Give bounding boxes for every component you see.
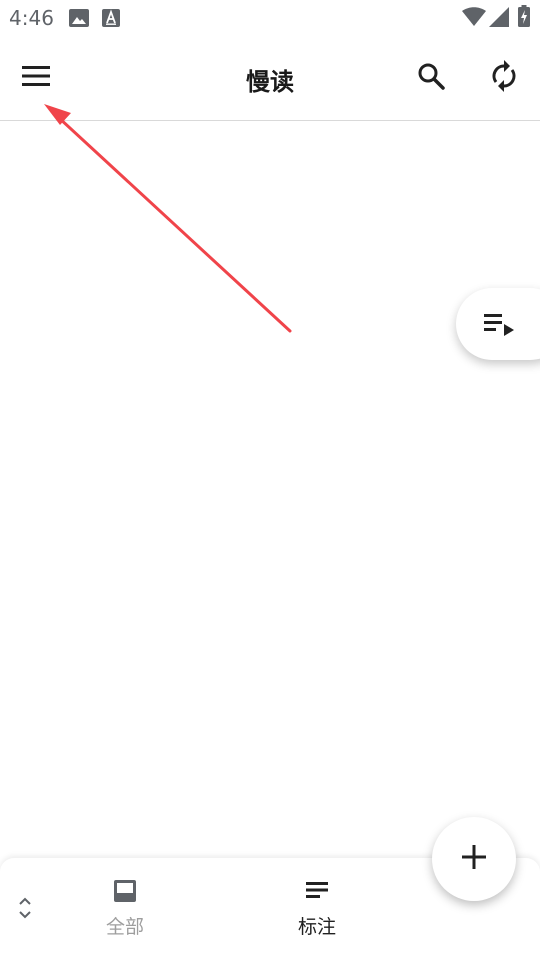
sync-button[interactable] — [480, 54, 528, 102]
search-button[interactable] — [407, 54, 455, 102]
inbox-icon — [114, 880, 136, 906]
nav-item-annotations-label: 标注 — [297, 916, 336, 938]
annotation-arrow — [44, 104, 292, 333]
nav-item-annotations[interactable]: 标注 — [257, 858, 377, 948]
add-button[interactable] — [432, 817, 516, 901]
signal-icon — [489, 7, 509, 31]
search-icon — [417, 62, 445, 94]
status-time: 4:46 — [9, 6, 54, 30]
page-title: 慢读 — [246, 67, 294, 96]
nav-item-all[interactable]: 全部 — [65, 858, 185, 948]
screen: 4:46 慢读 全部 标注 — [0, 0, 540, 960]
playlist-button[interactable] — [456, 288, 540, 360]
nav-item-all-label: 全部 — [105, 916, 144, 938]
notes-icon — [306, 882, 328, 902]
image-icon — [69, 9, 89, 31]
a-icon — [102, 9, 120, 31]
wifi-icon — [462, 7, 486, 31]
status-bar: 4:46 — [0, 0, 540, 36]
sync-icon — [490, 60, 518, 96]
battery-icon — [518, 5, 530, 31]
playlist-play-icon — [484, 314, 514, 340]
unfold-icon[interactable] — [17, 896, 33, 924]
plus-icon — [462, 845, 486, 873]
app-bar: 慢读 — [0, 36, 540, 121]
